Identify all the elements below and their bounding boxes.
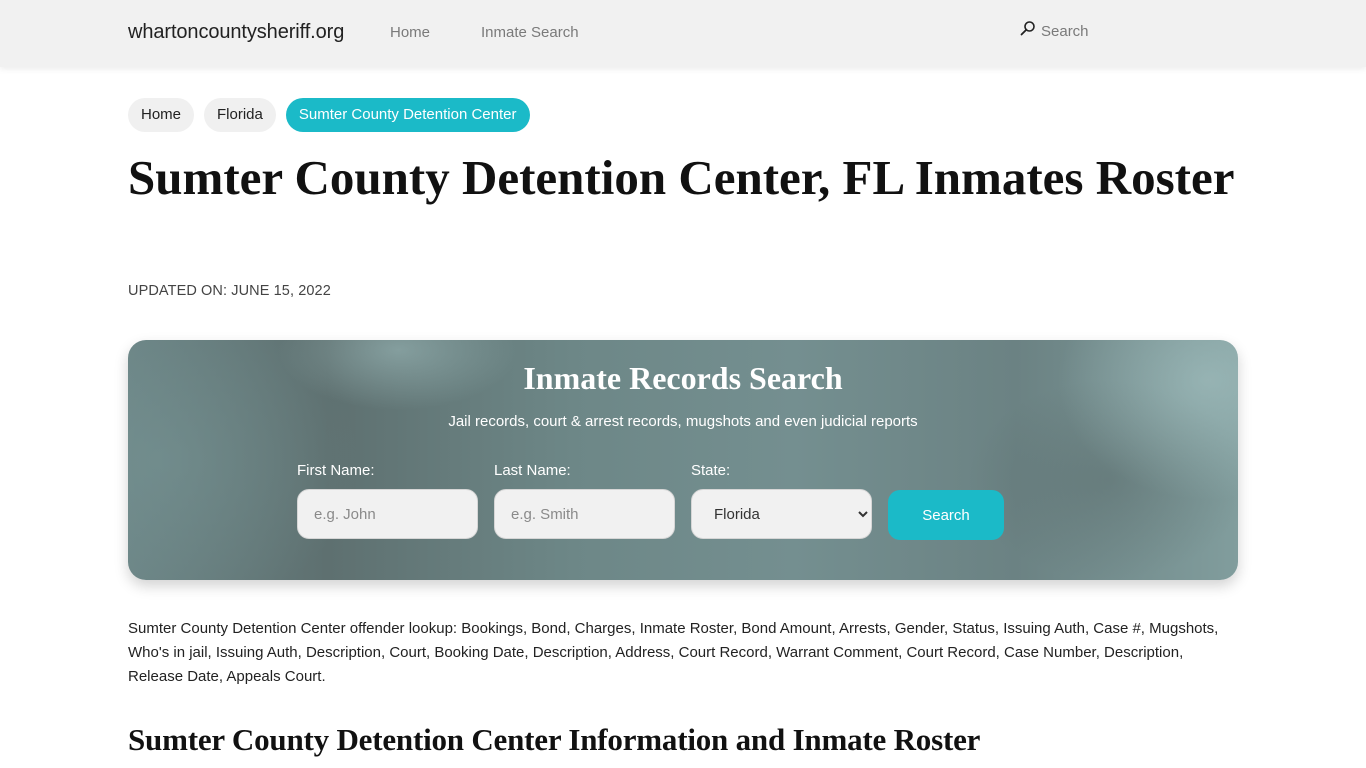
breadcrumb: Home Florida Sumter County Detention Cen…: [128, 98, 530, 132]
nav-search-label: Search: [1041, 23, 1089, 40]
state-label: State:: [691, 462, 731, 479]
nav-link-inmate-search[interactable]: Inmate Search: [481, 24, 579, 41]
page-title: Sumter County Detention Center, FL Inmat…: [128, 150, 1235, 205]
last-name-label: Last Name:: [494, 462, 571, 479]
facility-description: Sumter County Detention Center offender …: [128, 620, 1219, 685]
breadcrumb-current-facility[interactable]: Sumter County Detention Center: [285, 98, 530, 132]
updated-date: UPDATED ON: JUNE 15, 2022: [128, 283, 331, 299]
last-name-input[interactable]: [494, 489, 675, 539]
nav-search-button[interactable]: Search: [1020, 21, 1089, 40]
last-name-group: Last Name:: [494, 462, 675, 539]
search-submit-button[interactable]: Search: [888, 490, 1004, 540]
site-brand-link[interactable]: whartoncountysheriff.org: [128, 21, 344, 44]
state-select[interactable]: Florida: [691, 489, 872, 539]
breadcrumb-home[interactable]: Home: [128, 98, 195, 132]
first-name-group: First Name:: [297, 462, 478, 539]
state-group: State: Florida: [691, 462, 872, 539]
search-panel-subtitle: Jail records, court & arrest records, mu…: [448, 413, 918, 430]
section-title: Sumter County Detention Center Informati…: [128, 722, 981, 757]
first-name-input[interactable]: [297, 489, 478, 539]
inmate-search-panel: Inmate Records Search Jail records, cour…: [128, 340, 1238, 580]
nav-link-home[interactable]: Home: [390, 24, 430, 41]
top-navbar: whartoncountysheriff.org Home Inmate Sea…: [0, 0, 1366, 67]
first-name-label: First Name:: [297, 462, 375, 479]
search-panel-title: Inmate Records Search: [523, 360, 843, 396]
search-icon: [1020, 21, 1036, 40]
breadcrumb-florida[interactable]: Florida: [204, 98, 276, 132]
